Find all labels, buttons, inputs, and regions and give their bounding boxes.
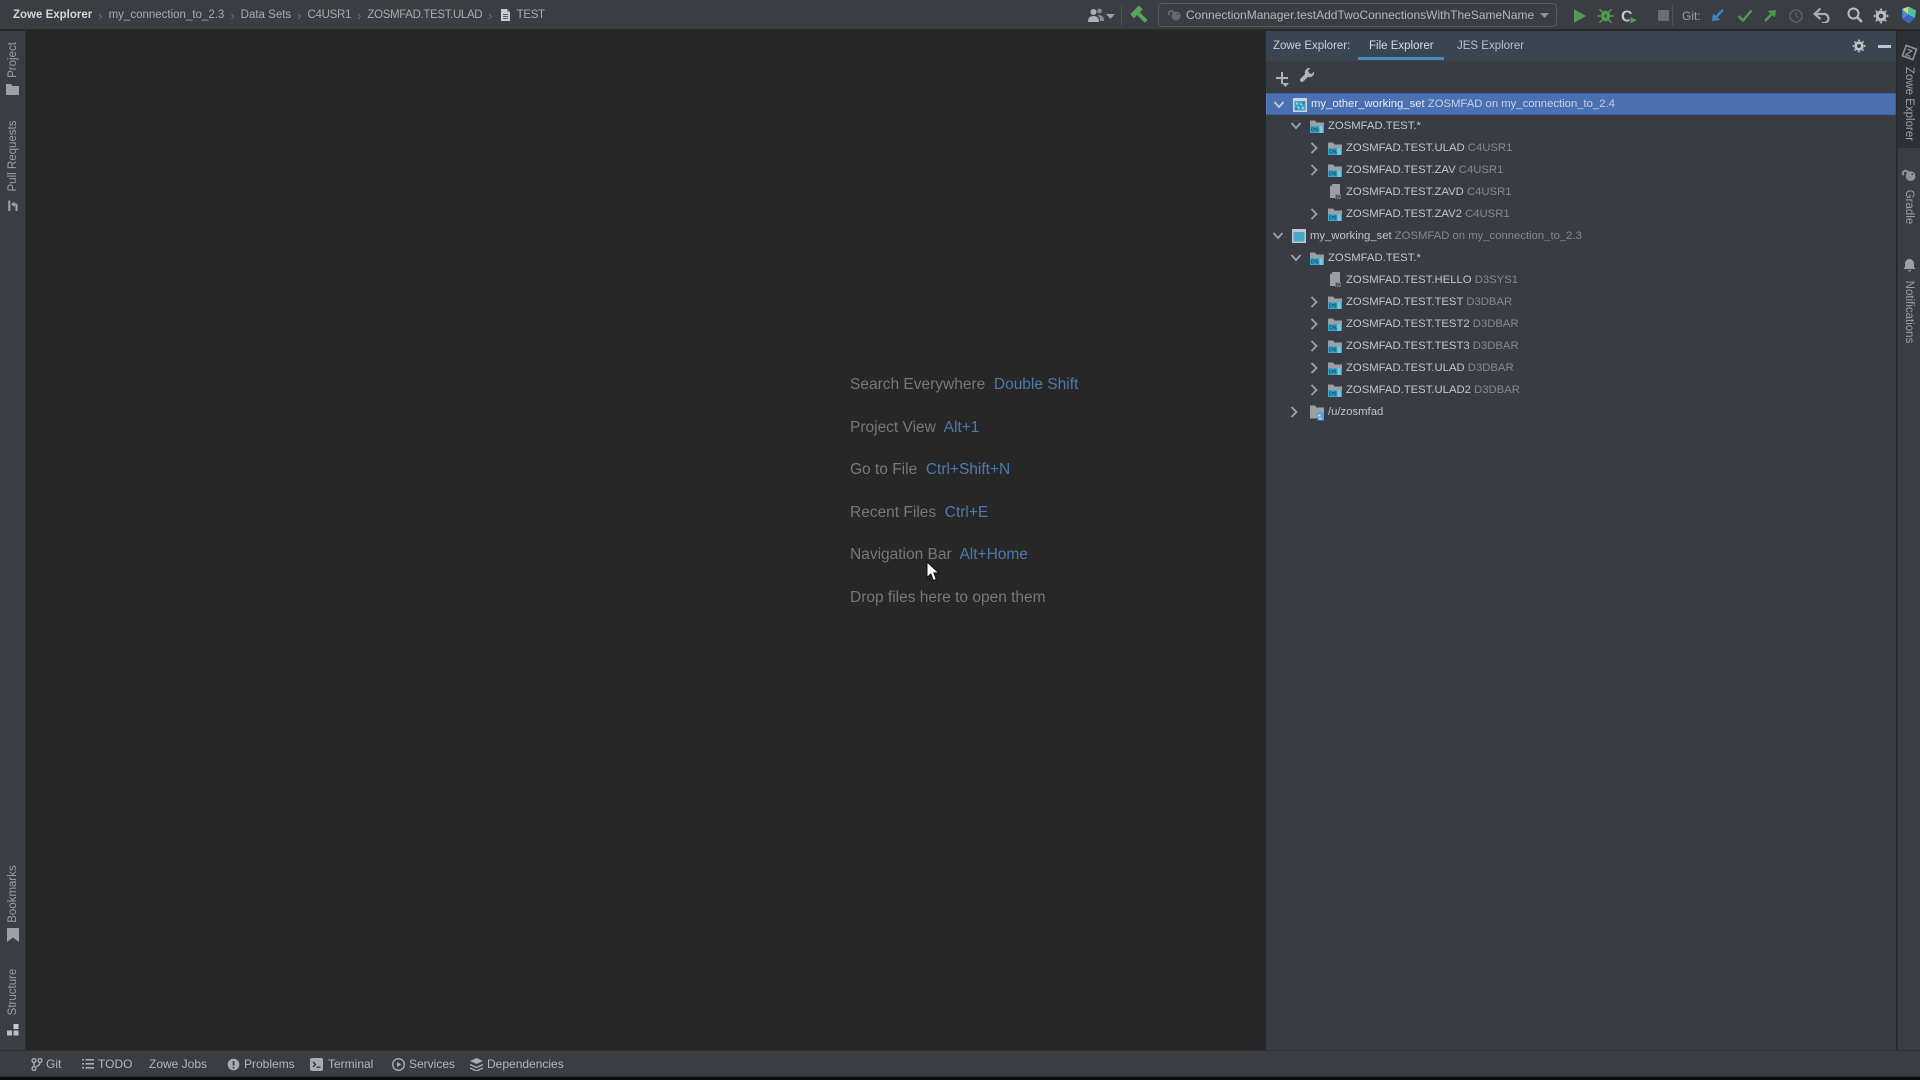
svg-text:DS: DS	[1336, 282, 1342, 287]
svg-text:DS: DS	[1311, 260, 1319, 266]
svg-text:DS: DS	[1329, 216, 1337, 222]
svg-text:DS: DS	[1336, 194, 1342, 199]
svg-text:DS: DS	[1329, 326, 1337, 332]
svg-text:DS: DS	[1311, 128, 1319, 134]
svg-text:DS: DS	[1329, 370, 1337, 376]
svg-text:DS: DS	[1329, 392, 1337, 398]
svg-text:DS: DS	[1329, 348, 1337, 354]
svg-text:DS: DS	[1329, 150, 1337, 156]
svg-text:DS: DS	[1329, 172, 1337, 178]
svg-text:DS: DS	[1329, 304, 1337, 310]
